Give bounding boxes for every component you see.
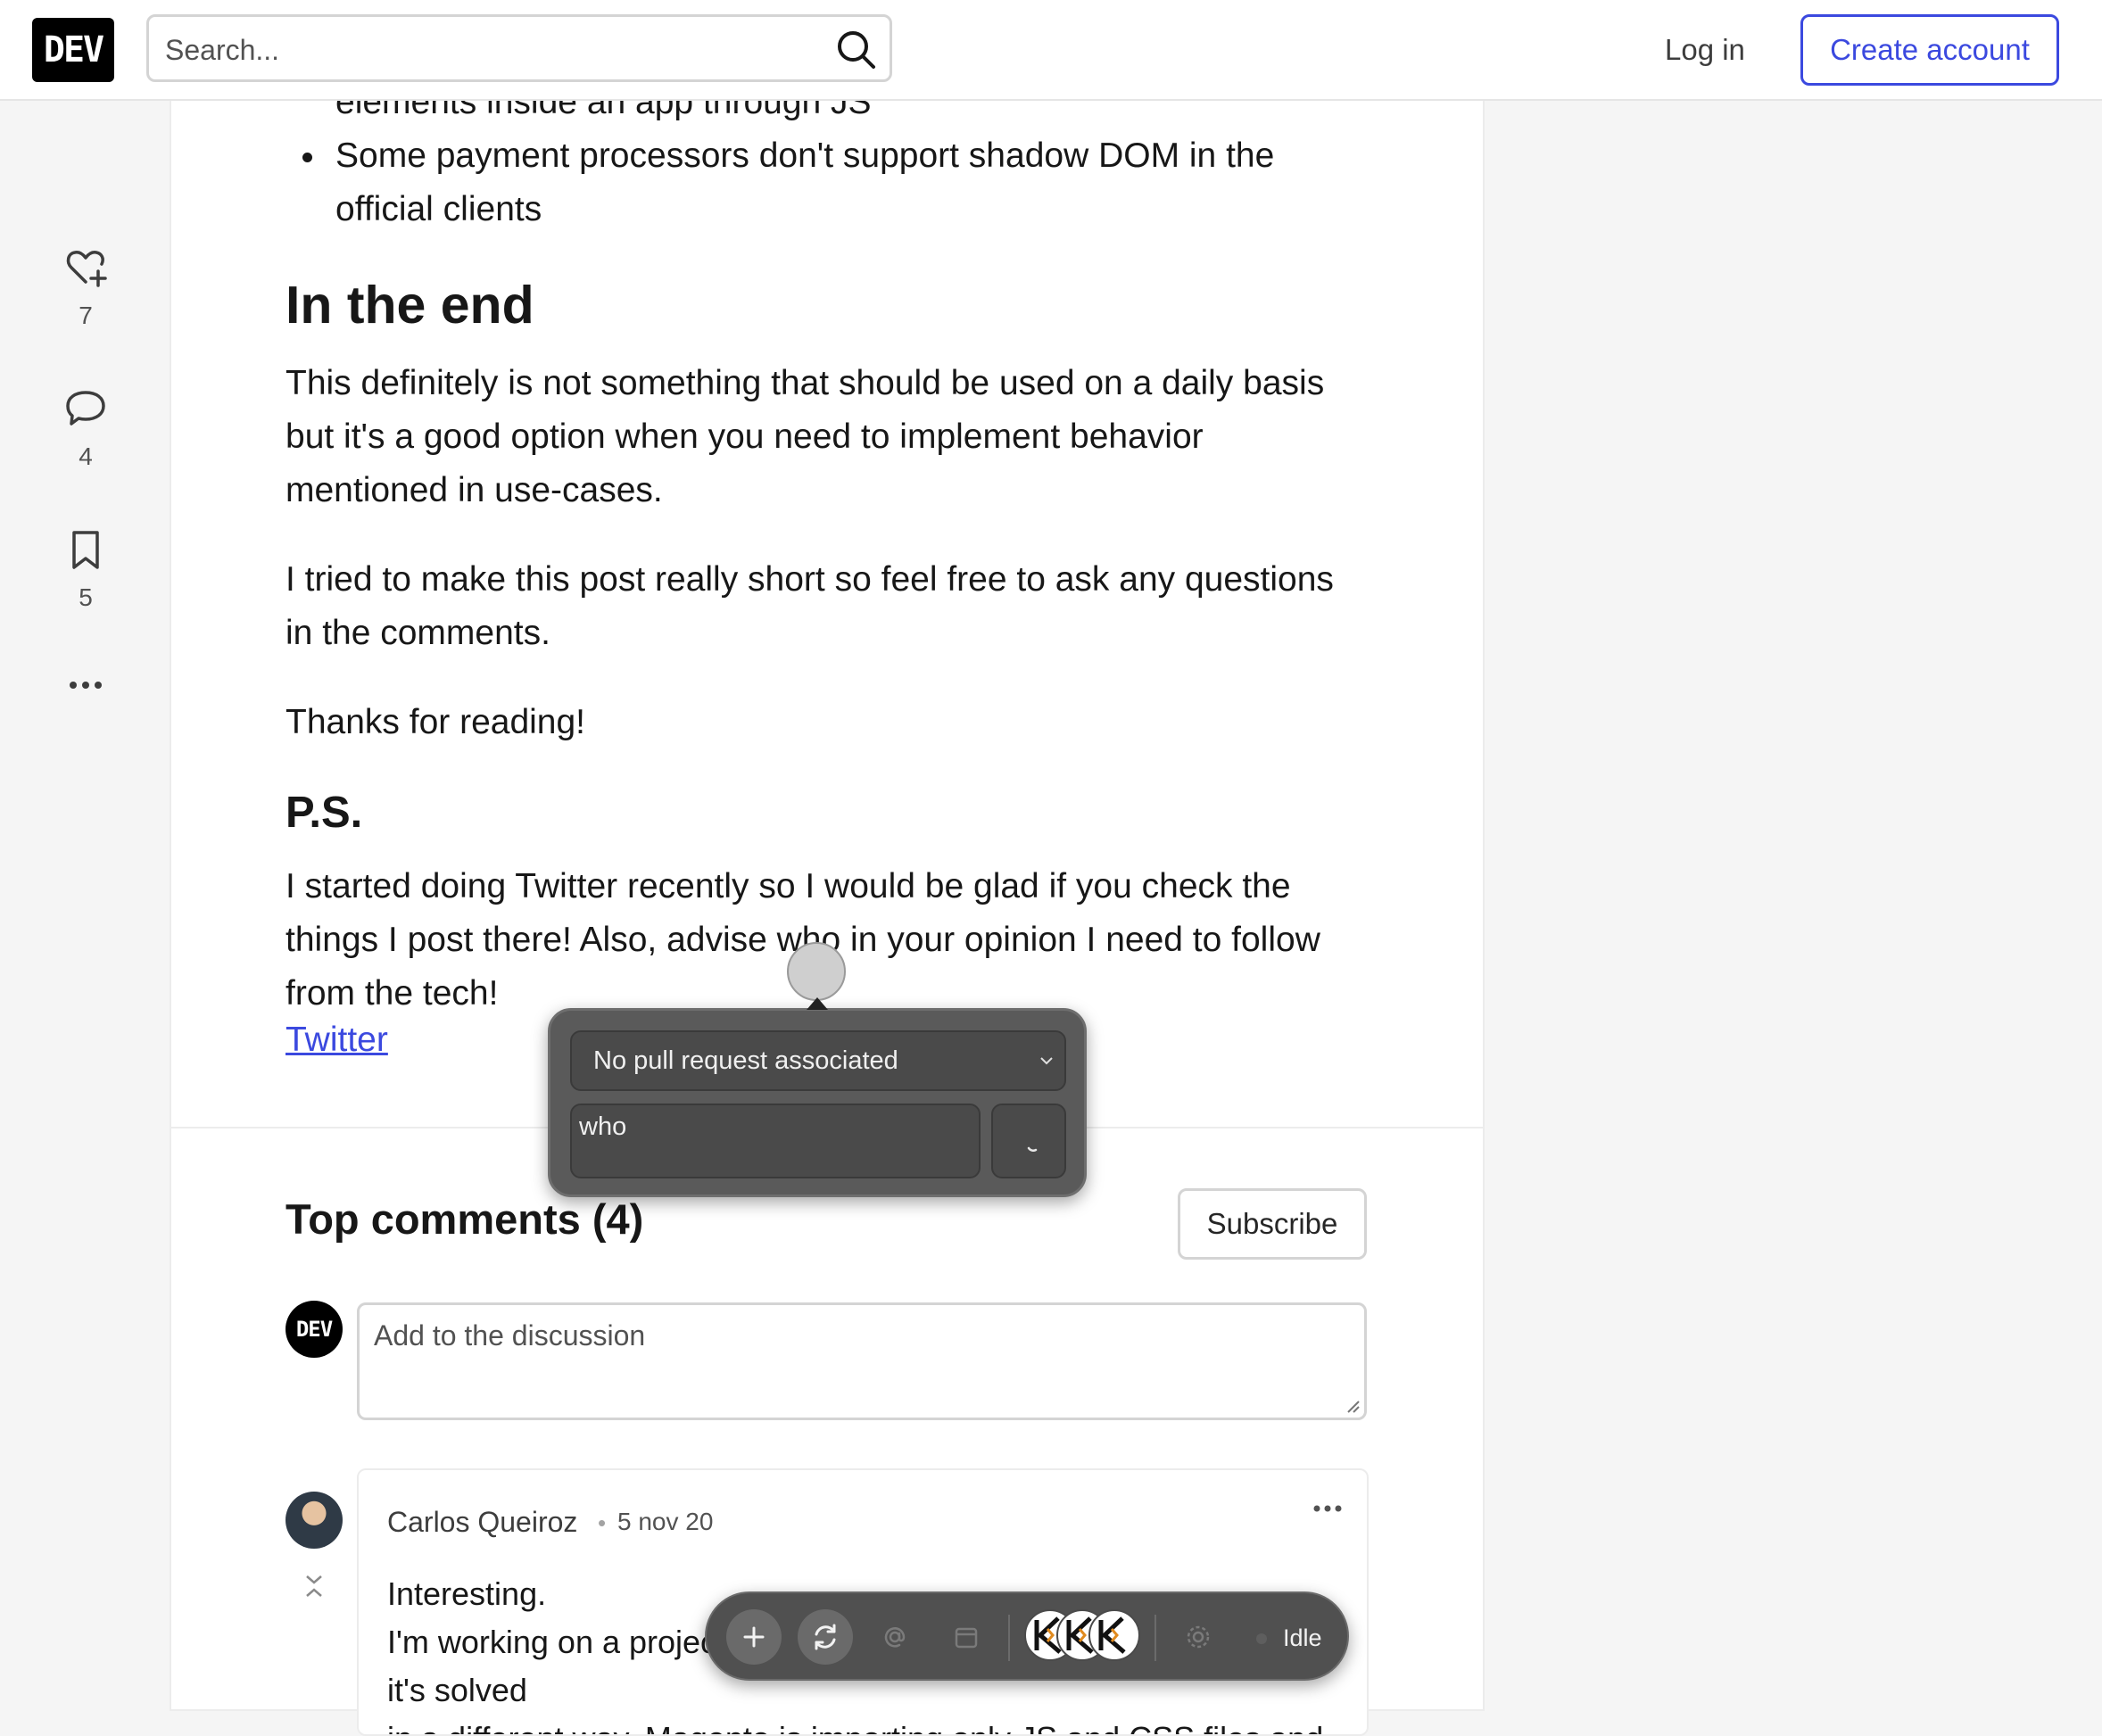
login-link[interactable]: Log in bbox=[1658, 25, 1752, 75]
reactions-count: 7 bbox=[79, 302, 93, 329]
sync-button[interactable] bbox=[798, 1609, 853, 1665]
comment-icon bbox=[66, 391, 105, 426]
comment-author[interactable]: Carlos Queiroz bbox=[387, 1506, 577, 1539]
short-post-paragraph: I tried to make this post really short s… bbox=[286, 560, 1334, 652]
comment-separator: • bbox=[598, 1509, 607, 1536]
avatar-pattern-icon bbox=[1098, 1616, 1126, 1654]
comment-more-icon[interactable] bbox=[1310, 1495, 1345, 1522]
add-button[interactable] bbox=[726, 1609, 782, 1665]
comments-button[interactable]: 4 bbox=[50, 387, 121, 471]
more-horizontal-icon bbox=[70, 682, 102, 689]
commenter-avatar[interactable] bbox=[286, 1492, 343, 1549]
mention-button[interactable] bbox=[867, 1609, 923, 1665]
section-heading-ps: P.S. bbox=[286, 789, 363, 837]
current-user-avatar: DEV bbox=[286, 1301, 343, 1358]
popup-input-value: who bbox=[579, 1112, 627, 1141]
toolbar-separator bbox=[1154, 1615, 1156, 1661]
heart-plus-icon bbox=[66, 251, 107, 287]
article-card: elements inside an app through JS Some p… bbox=[171, 83, 1483, 1736]
status-dot bbox=[1256, 1633, 1267, 1644]
chevron-down-icon bbox=[1040, 1057, 1053, 1065]
search-box[interactable] bbox=[146, 14, 892, 82]
calendar-icon bbox=[955, 1627, 978, 1649]
comment-overlay-popup: No pull request associated who bbox=[548, 1008, 1087, 1197]
reaction-button[interactable]: 7 bbox=[50, 246, 121, 330]
popup-submit-button[interactable] bbox=[991, 1104, 1066, 1178]
collaborator-avatar[interactable] bbox=[1088, 1609, 1140, 1661]
comment-line: in a different way. Magento is importing… bbox=[387, 1715, 1351, 1734]
status-label: Idle bbox=[1283, 1624, 1322, 1651]
cursor-bubble bbox=[787, 942, 846, 1001]
thanks-paragraph: Thanks for reading! bbox=[286, 703, 586, 741]
subscribe-button[interactable]: Subscribe bbox=[1178, 1188, 1367, 1260]
search-icon[interactable] bbox=[836, 29, 877, 70]
pull-request-select-value: No pull request associated bbox=[593, 1046, 898, 1075]
section-heading-in-the-end: In the end bbox=[286, 276, 534, 335]
create-account-button[interactable]: Create account bbox=[1800, 14, 2059, 86]
plus-icon bbox=[743, 1626, 765, 1648]
end-paragraph: This definitely is not something that sh… bbox=[286, 364, 1325, 509]
settings-button[interactable] bbox=[1171, 1609, 1226, 1665]
more-actions-button[interactable] bbox=[50, 674, 121, 696]
floating-toolbar: Idle bbox=[705, 1591, 1349, 1681]
bookmark-icon bbox=[72, 531, 99, 569]
popup-pointer bbox=[807, 997, 828, 1010]
discussion-textarea[interactable] bbox=[372, 1318, 1348, 1407]
dev-logo[interactable]: DEV bbox=[32, 18, 114, 82]
search-input[interactable] bbox=[163, 26, 791, 74]
pull-request-select[interactable]: No pull request associated bbox=[570, 1030, 1066, 1091]
at-sign-icon bbox=[884, 1627, 906, 1648]
calendar-button[interactable] bbox=[939, 1609, 994, 1665]
discussion-box[interactable] bbox=[357, 1302, 1367, 1420]
refresh-icon bbox=[815, 1624, 836, 1650]
toolbar-separator bbox=[1008, 1615, 1010, 1661]
gear-icon bbox=[1187, 1625, 1210, 1649]
bullet-list: Some payment processors don't support sh… bbox=[286, 129, 1356, 236]
bookmark-button[interactable]: 5 bbox=[50, 528, 121, 612]
resize-handle-icon[interactable] bbox=[1345, 1398, 1361, 1414]
popup-text-input[interactable]: who bbox=[570, 1104, 981, 1178]
comment-date[interactable]: 5 nov 20 bbox=[617, 1508, 713, 1536]
twitter-link[interactable]: Twitter bbox=[286, 1021, 388, 1059]
collapse-thread-icon[interactable] bbox=[302, 1571, 327, 1601]
top-header: DEV Log in Create account bbox=[0, 0, 2102, 101]
comments-count: 4 bbox=[79, 442, 93, 470]
bookmarks-count: 5 bbox=[79, 583, 93, 611]
spinner-icon bbox=[1027, 1146, 1038, 1152]
bullet-item: Some payment processors don't support sh… bbox=[328, 129, 1337, 236]
